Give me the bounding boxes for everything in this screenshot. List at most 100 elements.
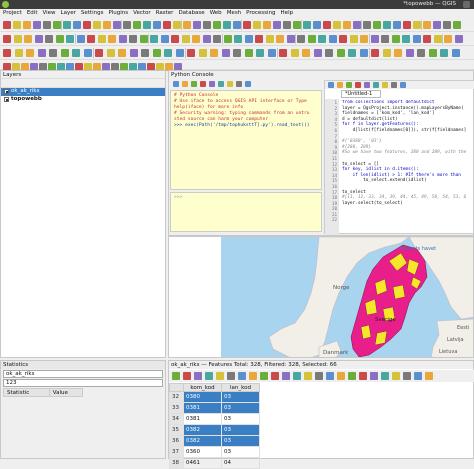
toolbar-tool-icon[interactable]	[118, 49, 126, 57]
toolbar-tool-icon[interactable]	[150, 35, 158, 43]
attribute-cell-kom-kod[interactable]: 0381	[183, 413, 222, 425]
toolbar-tool-icon[interactable]	[433, 21, 441, 29]
menu-view[interactable]: View	[39, 9, 57, 16]
menu-database[interactable]: Database	[175, 9, 206, 16]
toolbar-tool-icon[interactable]	[279, 49, 287, 57]
attribute-cell-lan-kod[interactable]: 03	[221, 424, 260, 436]
toolbar-tool-icon[interactable]	[13, 21, 21, 29]
toolbar-tool-icon[interactable]	[181, 35, 190, 43]
attribute-tool-icon[interactable]	[183, 372, 191, 380]
statistics-col-statistic[interactable]: Statistic	[3, 388, 50, 397]
toolbar-tool-icon[interactable]	[423, 35, 431, 43]
toolbar-tool-icon[interactable]	[129, 49, 138, 57]
panel-tool-icon[interactable]	[236, 81, 242, 87]
attribute-cell-kom-kod[interactable]: 0461	[183, 457, 222, 469]
toolbar-tool-icon[interactable]	[333, 21, 341, 29]
toolbar-tool-icon[interactable]	[129, 35, 137, 43]
menu-processing[interactable]: Processing	[243, 9, 277, 16]
toolbar-tool-icon[interactable]	[234, 35, 242, 43]
toolbar-tool-icon[interactable]	[273, 21, 281, 29]
toolbar-tool-icon[interactable]	[87, 35, 95, 43]
layer-visibility-checkbox[interactable]	[4, 89, 9, 94]
attribute-col-kom-kod[interactable]: kom_kod	[183, 383, 222, 392]
python-script-editor[interactable]: *Untitled-1 1 2 3 4 5 6 7 8 9 10 11 12 13 14 15 16 17 18 1…	[324, 80, 474, 235]
attribute-cell-lan-kod[interactable]: 04	[221, 457, 260, 469]
statistics-field-select[interactable]: 123	[3, 379, 163, 387]
panel-tool-icon[interactable]	[218, 81, 224, 87]
toolbar-tool-icon[interactable]	[192, 35, 200, 43]
attribute-row-number[interactable]: 36	[169, 435, 184, 447]
statistics-layer-select[interactable]: ok_ak_riks	[3, 370, 163, 378]
attribute-row-number[interactable]: 38	[169, 457, 184, 469]
toolbar-tool-icon[interactable]	[26, 49, 34, 57]
toolbar-tool-icon[interactable]	[221, 49, 230, 57]
toolbar-tool-icon[interactable]	[3, 21, 11, 29]
toolbar-tool-icon[interactable]	[139, 35, 148, 43]
panel-tool-icon[interactable]	[400, 82, 406, 88]
toolbar-tool-icon[interactable]	[353, 21, 361, 29]
table-row[interactable]: 33 0381 03	[169, 402, 260, 414]
toolbar-tool-icon[interactable]	[303, 21, 311, 29]
toolbar-tool-icon[interactable]	[133, 21, 141, 29]
attribute-row-number[interactable]: 33	[169, 402, 184, 414]
map-canvas[interactable]: Barents havet Norge Sverige Danmark Liet…	[168, 236, 474, 358]
attribute-tool-icon[interactable]	[227, 372, 235, 380]
toolbar-tool-icon[interactable]	[198, 49, 207, 57]
toolbar-tool-icon[interactable]	[256, 49, 264, 57]
panel-tool-icon[interactable]	[328, 82, 334, 88]
attribute-tool-icon[interactable]	[249, 372, 257, 380]
toolbar-tool-icon[interactable]	[66, 35, 74, 43]
toolbar-tool-icon[interactable]	[13, 35, 22, 43]
attribute-tool-icon[interactable]	[348, 372, 356, 380]
toolbar-tool-icon[interactable]	[360, 35, 368, 43]
attribute-cell-kom-kod[interactable]: 0382	[183, 424, 222, 436]
toolbar-tool-icon[interactable]	[323, 21, 331, 29]
toolbar-tool-icon[interactable]	[373, 21, 381, 29]
attribute-tool-icon[interactable]	[304, 372, 312, 380]
toolbar-tool-icon[interactable]	[394, 49, 402, 57]
attribute-tool-icon[interactable]	[425, 372, 433, 380]
attribute-tool-icon[interactable]	[271, 372, 279, 380]
toolbar-tool-icon[interactable]	[444, 35, 452, 43]
toolbar-tool-icon[interactable]	[233, 49, 241, 57]
toolbar-tool-icon[interactable]	[283, 21, 291, 29]
toolbar-tool-icon[interactable]	[210, 49, 218, 57]
toolbar-tool-icon[interactable]	[163, 21, 171, 29]
toolbar-tool-icon[interactable]	[359, 49, 368, 57]
toolbar-tool-icon[interactable]	[93, 21, 101, 29]
toolbar-tool-icon[interactable]	[152, 49, 161, 57]
toolbar-tool-icon[interactable]	[349, 35, 358, 43]
toolbar-tool-icon[interactable]	[313, 49, 322, 57]
attribute-tool-icon[interactable]	[293, 372, 301, 380]
toolbar-tool-icon[interactable]	[453, 21, 461, 29]
toolbar-tool-icon[interactable]	[244, 49, 253, 57]
toolbar-tool-icon[interactable]	[451, 49, 460, 57]
attribute-tool-icon[interactable]	[172, 372, 180, 380]
attribute-tool-icon[interactable]	[326, 372, 334, 380]
toolbar-tool-icon[interactable]	[141, 49, 149, 57]
toolbar-tool-icon[interactable]	[293, 21, 301, 29]
toolbar-tool-icon[interactable]	[97, 35, 106, 43]
attribute-tool-icon[interactable]	[370, 372, 378, 380]
menu-raster[interactable]: Raster	[153, 9, 176, 16]
toolbar-tool-icon[interactable]	[43, 21, 51, 29]
toolbar-tool-icon[interactable]	[263, 21, 271, 29]
toolbar-tool-icon[interactable]	[313, 21, 321, 29]
table-row[interactable]: 37 0360 03	[169, 446, 260, 458]
table-row[interactable]: 38 0461 04	[169, 457, 260, 469]
attribute-tool-icon[interactable]	[359, 372, 367, 380]
toolbar-tool-icon[interactable]	[428, 49, 437, 57]
toolbar-tool-icon[interactable]	[45, 35, 53, 43]
toolbar-tool-icon[interactable]	[193, 21, 201, 29]
toolbar-tool-icon[interactable]	[454, 35, 463, 43]
toolbar-tool-icon[interactable]	[348, 49, 356, 57]
toolbar-tool-icon[interactable]	[290, 49, 299, 57]
toolbar-tool-icon[interactable]	[244, 35, 253, 43]
attribute-tool-icon[interactable]	[205, 372, 213, 380]
toolbar-tool-icon[interactable]	[223, 21, 231, 29]
toolbar-tool-icon[interactable]	[276, 35, 284, 43]
toolbar-tool-icon[interactable]	[339, 35, 347, 43]
toolbar-tool-icon[interactable]	[336, 49, 345, 57]
attribute-tool-icon[interactable]	[381, 372, 389, 380]
toolbar-tool-icon[interactable]	[383, 21, 391, 29]
